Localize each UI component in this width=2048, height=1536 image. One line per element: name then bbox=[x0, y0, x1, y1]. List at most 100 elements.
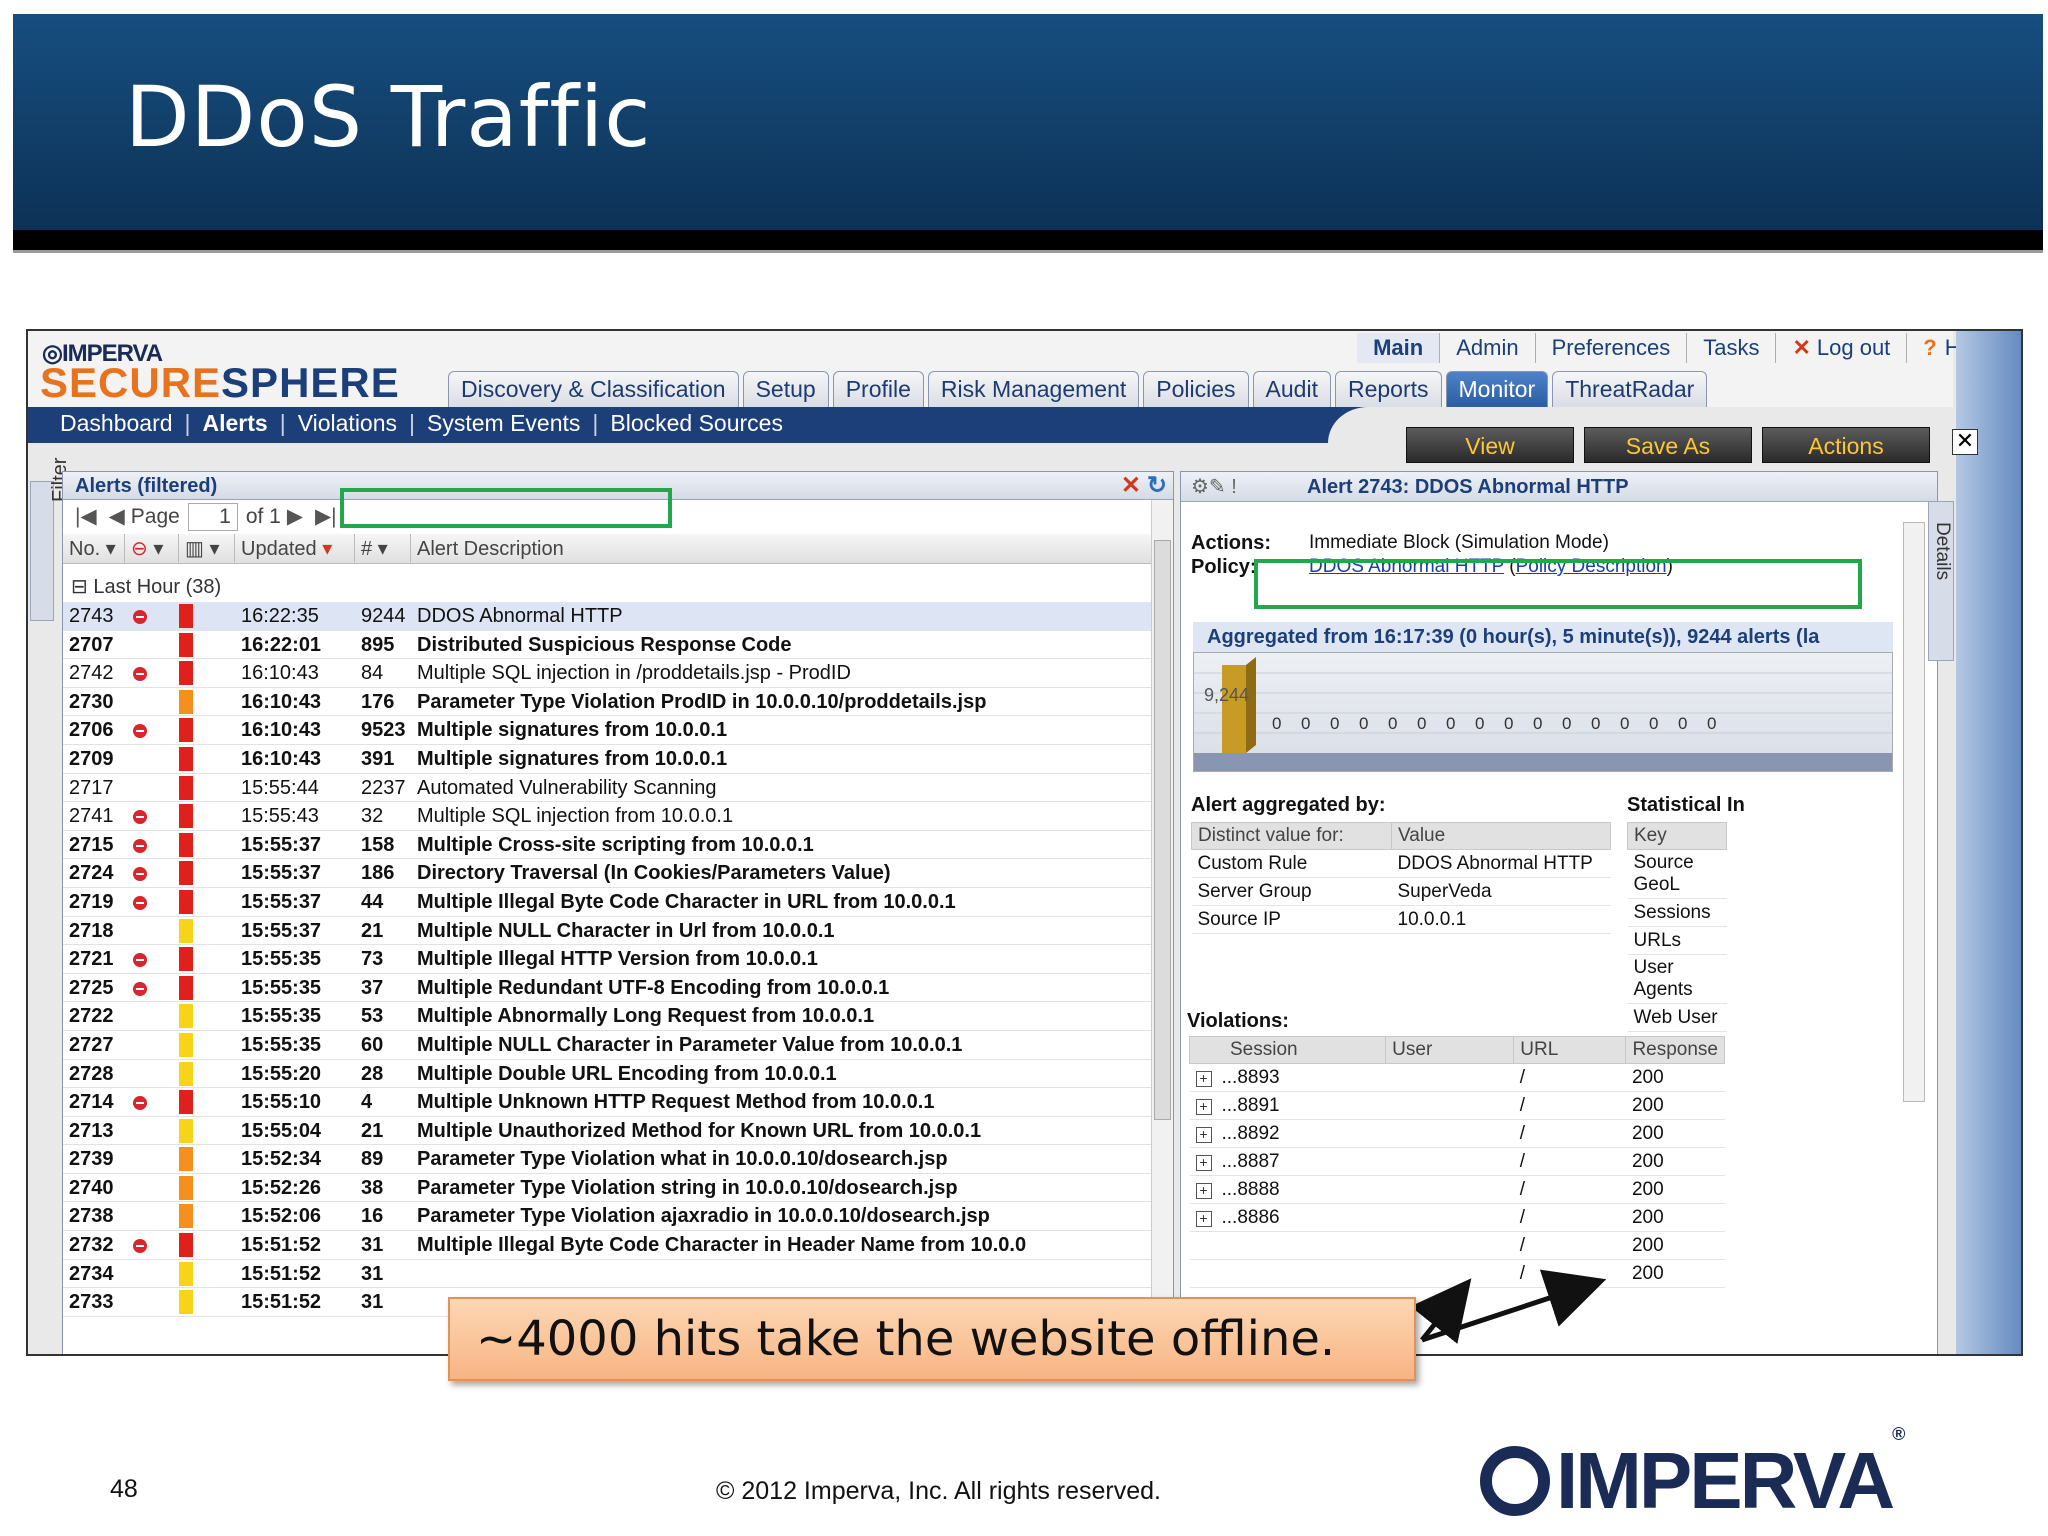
stat-row[interactable]: Source GeoL bbox=[1627, 849, 1727, 899]
page-input[interactable]: 1 bbox=[187, 503, 238, 531]
table-row[interactable]: 2727 15:55:35 60 Multiple NULL Character in… bbox=[63, 1031, 1173, 1060]
close-icon[interactable]: ✕ bbox=[1952, 429, 1978, 455]
subnav-system-events[interactable]: System Events bbox=[415, 410, 592, 437]
col-updated[interactable]: Updated ▾ bbox=[235, 534, 355, 563]
violation-row[interactable]: + ...8892 /200 bbox=[1189, 1119, 1725, 1148]
top-menu-preferences[interactable]: Preferences bbox=[1536, 333, 1688, 363]
tab-setup[interactable]: Setup bbox=[742, 371, 829, 407]
expand-icon[interactable]: + bbox=[1195, 1126, 1212, 1143]
table-row[interactable]: 2732 15:51:52 31 Multiple Illegal Byte Code… bbox=[63, 1231, 1173, 1260]
tab-profile[interactable]: Profile bbox=[832, 371, 924, 407]
severity-cell bbox=[179, 1002, 235, 1030]
stat-row[interactable]: Sessions bbox=[1627, 898, 1727, 927]
viol-col-url[interactable]: URL bbox=[1513, 1036, 1627, 1064]
top-menu-tasks[interactable]: Tasks bbox=[1687, 333, 1777, 363]
tab-policies[interactable]: Policies bbox=[1143, 371, 1249, 407]
alert-count: 9523 bbox=[361, 719, 406, 742]
col-blocked[interactable]: ⊖ ▾ bbox=[125, 534, 179, 563]
details-tab[interactable]: Details bbox=[1928, 501, 1954, 661]
table-row[interactable]: 2724 15:55:37 186 Directory Traversal (In C… bbox=[63, 859, 1173, 888]
top-menu-admin[interactable]: Admin bbox=[1440, 333, 1536, 363]
violation-session bbox=[1189, 1259, 1386, 1288]
severity-cell bbox=[179, 802, 235, 830]
table-row[interactable]: 2721 15:55:35 73 Multiple Illegal HTTP Vers… bbox=[63, 945, 1173, 974]
stat-row[interactable]: Web User bbox=[1627, 1003, 1727, 1032]
expand-icon[interactable]: + bbox=[1195, 1154, 1212, 1171]
table-row[interactable]: 2739 15:52:34 89 Parameter Type Violation w… bbox=[63, 1145, 1173, 1174]
violation-row[interactable]: /200 bbox=[1189, 1231, 1725, 1260]
updated-time: 15:55:35 bbox=[241, 1033, 322, 1056]
subnav-violations[interactable]: Violations bbox=[286, 410, 409, 437]
next-page-icon[interactable]: ▶ bbox=[287, 500, 303, 534]
table-row[interactable]: 2740 15:52:26 38 Parameter Type Violation s… bbox=[63, 1174, 1173, 1203]
tab-reports[interactable]: Reports bbox=[1334, 371, 1442, 407]
col-severity[interactable]: ▥ ▾ bbox=[179, 534, 235, 563]
edit-icon[interactable]: ⚙✎ ! bbox=[1191, 472, 1237, 502]
table-row[interactable]: 2743 16:22:35 9244 DDOS Abnormal HTTP bbox=[63, 602, 1173, 631]
viol-col-response[interactable]: Response bbox=[1625, 1036, 1725, 1064]
top-menu-main[interactable]: Main bbox=[1357, 333, 1441, 363]
stat-row[interactable]: User Agents bbox=[1627, 954, 1727, 1004]
table-row[interactable]: 2725 15:55:35 37 Multiple Redundant UTF-8 E… bbox=[63, 974, 1173, 1003]
col-count[interactable]: # ▾ bbox=[355, 534, 411, 563]
table-row[interactable]: 2728 15:55:20 28 Multiple Double URL Encodi… bbox=[63, 1060, 1173, 1089]
table-row[interactable]: 2709 16:10:43 391 Multiple signatures from … bbox=[63, 745, 1173, 774]
last-page-icon[interactable]: ▶| bbox=[315, 500, 337, 534]
table-row[interactable]: 2718 15:55:37 21 Multiple NULL Character in… bbox=[63, 917, 1173, 946]
violation-row[interactable]: + ...8887 /200 bbox=[1189, 1147, 1725, 1176]
table-row[interactable]: 2717 15:55:44 2237 Automated Vulnerability … bbox=[63, 774, 1173, 803]
group-header[interactable]: ⊟ Last Hour (38) bbox=[63, 572, 1173, 602]
alert-number: 2738 bbox=[69, 1205, 114, 1228]
table-row[interactable]: 2707 16:22:01 895 Distributed Suspicious Re… bbox=[63, 631, 1173, 660]
filter-tab[interactable]: Filter bbox=[30, 458, 71, 621]
detail-scrollbar[interactable] bbox=[1903, 522, 1925, 1102]
table-row[interactable]: 2722 15:55:35 53 Multiple Abnormally Long R… bbox=[63, 1002, 1173, 1031]
top-menu-log-out[interactable]: ✕ Log out bbox=[1776, 333, 1908, 363]
col-no[interactable]: No. ▾ bbox=[63, 534, 125, 563]
table-row[interactable]: 2738 15:52:06 16 Parameter Type Violation a… bbox=[63, 1202, 1173, 1232]
first-page-icon[interactable]: |◀ bbox=[75, 500, 97, 534]
table-row[interactable]: 2734 15:51:52 31 bbox=[63, 1260, 1173, 1289]
table-row[interactable]: 2706 16:10:43 9523 Multiple signatures from… bbox=[63, 716, 1173, 745]
chart-value-label: 0 bbox=[1272, 714, 1281, 733]
col-description[interactable]: Alert Description bbox=[411, 534, 1173, 563]
stat-row[interactable]: URLs bbox=[1627, 926, 1727, 955]
blocked-icon bbox=[133, 667, 147, 682]
alerts-scrollbar[interactable] bbox=[1151, 500, 1173, 1354]
violation-row[interactable]: + ...8886 /200 bbox=[1189, 1203, 1725, 1232]
tab-audit[interactable]: Audit bbox=[1252, 371, 1331, 407]
violation-row[interactable]: + ...8891 /200 bbox=[1189, 1091, 1725, 1120]
violation-row[interactable]: + ...8888 /200 bbox=[1189, 1175, 1725, 1204]
save-as-button[interactable]: Save As bbox=[1584, 427, 1752, 463]
table-row[interactable]: 2713 15:55:04 21 Multiple Unauthorized Meth… bbox=[63, 1117, 1173, 1146]
refresh-icon[interactable]: ↻ bbox=[1147, 472, 1167, 500]
table-row[interactable]: 2730 16:10:43 176 Parameter Type Violation … bbox=[63, 688, 1173, 717]
subnav-dashboard[interactable]: Dashboard bbox=[48, 410, 185, 437]
chart-value-label: 0 bbox=[1301, 714, 1310, 733]
subnav-alerts[interactable]: Alerts bbox=[191, 410, 280, 437]
table-row[interactable]: 2741 15:55:43 32 Multiple SQL injection fro… bbox=[63, 802, 1173, 831]
close-icon[interactable]: ✕ bbox=[1121, 472, 1141, 500]
expand-icon[interactable]: + bbox=[1195, 1210, 1212, 1227]
blocked-cell bbox=[125, 917, 179, 945]
table-row[interactable]: 2719 15:55:37 44 Multiple Illegal Byte Code… bbox=[63, 888, 1173, 917]
table-row[interactable]: 2715 15:55:37 158 Multiple Cross-site scrip… bbox=[63, 831, 1173, 860]
view-button[interactable]: View bbox=[1406, 427, 1574, 463]
prev-page-icon[interactable]: ◀ bbox=[109, 500, 125, 534]
tab-threatradar[interactable]: ThreatRadar bbox=[1552, 371, 1708, 407]
table-row[interactable]: 2714 15:55:10 4 Multiple Unknown HTTP Reque… bbox=[63, 1088, 1173, 1117]
viol-col-session[interactable]: Session bbox=[1188, 1036, 1387, 1064]
expand-icon[interactable]: + bbox=[1195, 1070, 1212, 1087]
tab-discovery-classification[interactable]: Discovery & Classification bbox=[448, 371, 739, 407]
viol-col-user[interactable]: User bbox=[1385, 1036, 1515, 1064]
severity-indicator bbox=[179, 632, 193, 657]
table-row[interactable]: 2742 16:10:43 84 Multiple SQL injection in … bbox=[63, 659, 1173, 688]
expand-icon[interactable]: + bbox=[1195, 1182, 1212, 1199]
scrollbar-thumb[interactable] bbox=[1154, 540, 1171, 1120]
tab-risk-management[interactable]: Risk Management bbox=[927, 371, 1140, 407]
violation-row[interactable]: + ...8893 /200 bbox=[1189, 1063, 1725, 1092]
actions-button[interactable]: Actions bbox=[1762, 427, 1930, 463]
expand-icon[interactable]: + bbox=[1195, 1098, 1212, 1115]
subnav-blocked-sources[interactable]: Blocked Sources bbox=[598, 410, 795, 437]
tab-monitor[interactable]: Monitor bbox=[1445, 371, 1549, 407]
